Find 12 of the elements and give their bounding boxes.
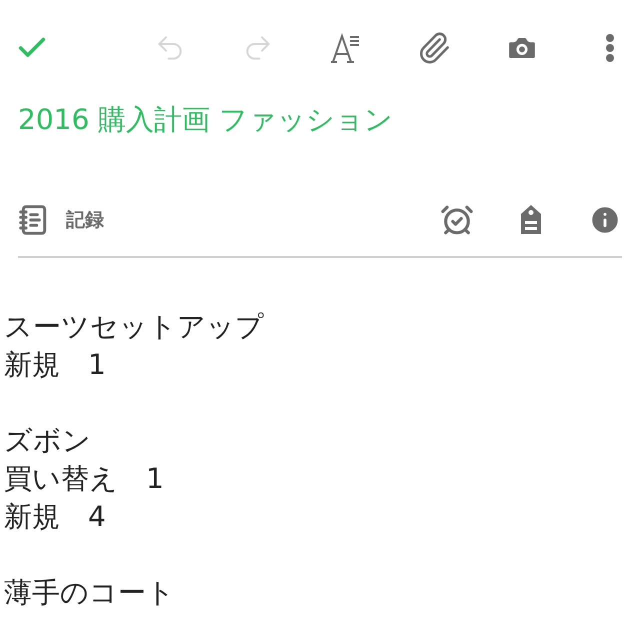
reminder-button[interactable] [440,203,474,237]
note-line: 新規 4 [4,499,107,535]
tag-button[interactable] [518,204,544,236]
note-line: 新規 1 [4,347,107,383]
paperclip-icon [417,31,451,65]
note-heading: スーツセットアップ [4,309,265,345]
tag-icon [518,204,544,236]
note-heading: 薄手のコート [4,575,176,611]
note-heading: ズボン [4,423,92,459]
note-line: 買い替え 1 [4,461,165,497]
more-icon [605,33,615,63]
notebook-button[interactable]: 記録 [18,204,104,236]
